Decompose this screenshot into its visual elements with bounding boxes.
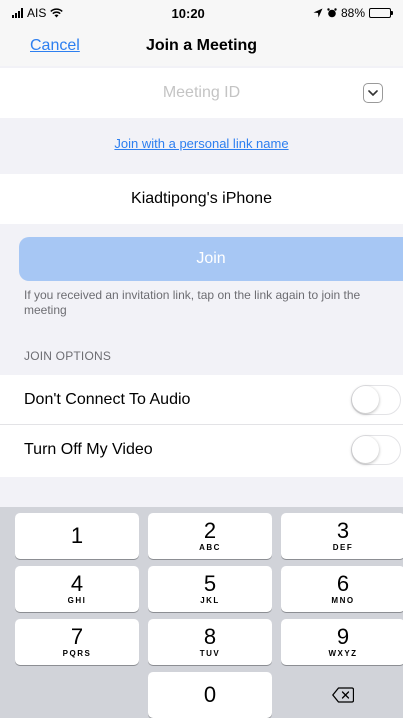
key-digit: 3 — [336, 518, 350, 543]
nav-bar: Cancel Join a Meeting — [0, 26, 403, 66]
battery-icon — [369, 8, 393, 18]
key-digit: 0 — [203, 682, 217, 707]
audio-toggle[interactable] — [351, 385, 401, 415]
key-7[interactable]: 7 PQRS — [15, 619, 139, 665]
name-row — [0, 174, 403, 224]
key-digit: 9 — [336, 624, 350, 649]
location-icon — [313, 8, 323, 18]
video-toggle[interactable] — [351, 435, 401, 465]
key-letters: ABC — [199, 543, 221, 552]
key-digit: 4 — [70, 571, 84, 596]
backspace-key[interactable] — [281, 672, 403, 718]
key-digit: 8 — [203, 624, 217, 649]
meeting-id-input[interactable] — [91, 84, 312, 102]
key-letters: MNO — [331, 596, 355, 605]
signal-icon — [12, 8, 23, 18]
toggle-knob — [352, 386, 379, 413]
key-5[interactable]: 5 JKL — [148, 566, 272, 612]
personal-link-button[interactable]: Join with a personal link name — [0, 128, 403, 158]
option-label: Don't Connect To Audio — [24, 390, 191, 408]
join-options-header: JOIN OPTIONS — [24, 349, 112, 363]
key-letters: JKL — [200, 596, 220, 605]
option-dont-connect-audio: Don't Connect To Audio — [0, 375, 403, 425]
wifi-icon — [50, 8, 64, 18]
status-left: AIS — [12, 6, 64, 20]
page-title: Join a Meeting — [145, 37, 258, 54]
key-digit: 1 — [70, 523, 84, 548]
key-3[interactable]: 3 DEF — [281, 513, 403, 559]
alarm-icon — [327, 8, 337, 18]
display-name-input[interactable] — [51, 190, 352, 208]
option-label: Turn Off My Video — [24, 441, 153, 458]
key-letters: WXYZ — [328, 649, 358, 658]
backspace-icon — [332, 687, 354, 703]
key-letters: PQRS — [62, 649, 92, 658]
key-letters: DEF — [332, 543, 354, 552]
key-0[interactable]: 0 — [148, 672, 272, 718]
key-letters: TUV — [199, 649, 221, 658]
key-digit: 7 — [70, 624, 84, 649]
key-2[interactable]: 2 ABC — [148, 513, 272, 559]
numeric-keypad: 1 2 ABC 3 DEF 4 GHI 5 JKL 6 MNO 7 PQRS 8… — [0, 507, 403, 718]
status-bar: AIS 10:20 88% — [0, 0, 403, 26]
meeting-history-dropdown[interactable] — [363, 83, 383, 103]
key-digit: 6 — [336, 571, 350, 596]
key-9[interactable]: 9 WXYZ — [281, 619, 403, 665]
key-digit: 2 — [203, 518, 217, 543]
key-1[interactable]: 1 — [15, 513, 139, 559]
status-right: 88% — [313, 6, 393, 20]
key-letters: GHI — [67, 596, 87, 605]
toggle-knob — [352, 436, 379, 463]
key-6[interactable]: 6 MNO — [281, 566, 403, 612]
chevron-down-icon — [368, 90, 378, 96]
option-turn-off-video: Turn Off My Video — [0, 425, 403, 475]
carrier-name: AIS — [27, 6, 47, 20]
key-4[interactable]: 4 GHI — [15, 566, 139, 612]
battery-percent: 88% — [340, 6, 365, 20]
join-button[interactable]: Join — [19, 237, 403, 281]
key-8[interactable]: 8 TUV — [148, 619, 272, 665]
join-options-list: Don't Connect To Audio Turn Off My Video — [0, 375, 403, 477]
join-hint-text: If you received an invitation link, tap … — [24, 288, 361, 317]
cancel-button[interactable]: Cancel — [30, 37, 80, 55]
meeting-id-row — [0, 68, 403, 118]
key-digit: 5 — [203, 571, 217, 596]
status-time: 10:20 — [171, 5, 205, 21]
key-blank — [15, 672, 139, 718]
